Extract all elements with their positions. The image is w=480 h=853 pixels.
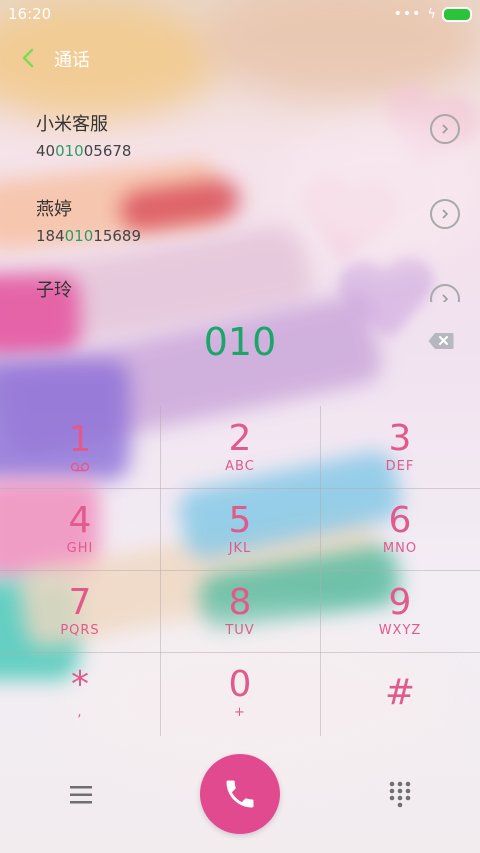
phone-icon: [226, 780, 254, 808]
contact-row[interactable]: 子玲: [0, 262, 480, 302]
status-icons: ••• ϟ: [394, 6, 472, 22]
key-digit: 4: [68, 499, 92, 541]
back-icon[interactable]: [18, 44, 40, 72]
key-8[interactable]: 8 TUV: [160, 570, 320, 652]
charging-icon: ϟ: [427, 6, 436, 22]
chevron-right-icon[interactable]: [430, 284, 460, 302]
key-letters: WXYZ: [378, 622, 422, 638]
key-letters: MNO: [382, 540, 418, 556]
contact-row[interactable]: 小米客服 4001005678: [0, 96, 480, 178]
key-digit: 2: [228, 417, 252, 459]
key-4[interactable]: 4 GHI: [0, 488, 160, 570]
key-letters: GHI: [66, 540, 94, 556]
key-5[interactable]: 5 JKL: [160, 488, 320, 570]
dialpad-icon[interactable]: [388, 780, 412, 810]
contact-name: 燕婷: [36, 199, 72, 220]
key-digit: 9: [388, 581, 412, 623]
key-digit: *: [71, 663, 89, 705]
signal-dots-icon: •••: [393, 6, 422, 22]
dial-number: 010: [203, 320, 277, 364]
key-9[interactable]: 9 WXYZ: [320, 570, 480, 652]
contact-name: 小米客服: [36, 114, 108, 135]
key-letters: ,: [77, 704, 83, 720]
call-button[interactable]: [200, 754, 280, 834]
voicemail-icon: [70, 462, 90, 472]
key-7[interactable]: 7 PQRS: [0, 570, 160, 652]
key-1[interactable]: 1: [0, 406, 160, 488]
key-hash[interactable]: #: [320, 652, 480, 734]
key-digit: 7: [68, 581, 92, 623]
keypad: 1 2 ABC 3 DEF 4 GHI 5 JKL 6 MNO 7 PQRS 8…: [0, 406, 480, 736]
key-3[interactable]: 3 DEF: [320, 406, 480, 488]
menu-icon[interactable]: [68, 784, 94, 806]
key-0[interactable]: 0 +: [160, 652, 320, 734]
key-letters: DEF: [385, 458, 415, 474]
key-letters: ABC: [225, 458, 255, 474]
status-time: 16:20: [8, 5, 52, 23]
key-digit: 5: [228, 499, 252, 541]
key-letters: +: [234, 704, 246, 720]
contact-name: 子玲: [36, 280, 72, 301]
page-title: 通话: [54, 50, 90, 71]
key-letters: PQRS: [60, 622, 100, 638]
status-bar: 16:20 ••• ϟ: [0, 0, 480, 28]
key-digit: 0: [228, 663, 252, 705]
key-6[interactable]: 6 MNO: [320, 488, 480, 570]
header: 通话: [0, 36, 480, 80]
battery-icon: [442, 6, 472, 22]
contact-number: 4001005678: [36, 142, 132, 160]
backspace-icon[interactable]: [428, 332, 454, 350]
chevron-right-icon[interactable]: [430, 199, 460, 229]
bottom-bar: [0, 736, 480, 853]
key-star[interactable]: * ,: [0, 652, 160, 734]
key-digit: 8: [228, 581, 252, 623]
chevron-right-icon[interactable]: [430, 114, 460, 144]
key-digit: 1: [68, 419, 92, 460]
key-letters: JKL: [228, 540, 252, 556]
contact-number: 18401015689: [36, 227, 141, 245]
key-digit: 6: [388, 499, 412, 541]
contact-row[interactable]: 燕婷 18401015689: [0, 181, 480, 263]
key-2[interactable]: 2 ABC: [160, 406, 320, 488]
dialer-input: 010: [0, 316, 480, 372]
key-digit: #: [384, 672, 416, 713]
key-digit: 3: [388, 417, 412, 459]
key-letters: TUV: [225, 622, 255, 638]
